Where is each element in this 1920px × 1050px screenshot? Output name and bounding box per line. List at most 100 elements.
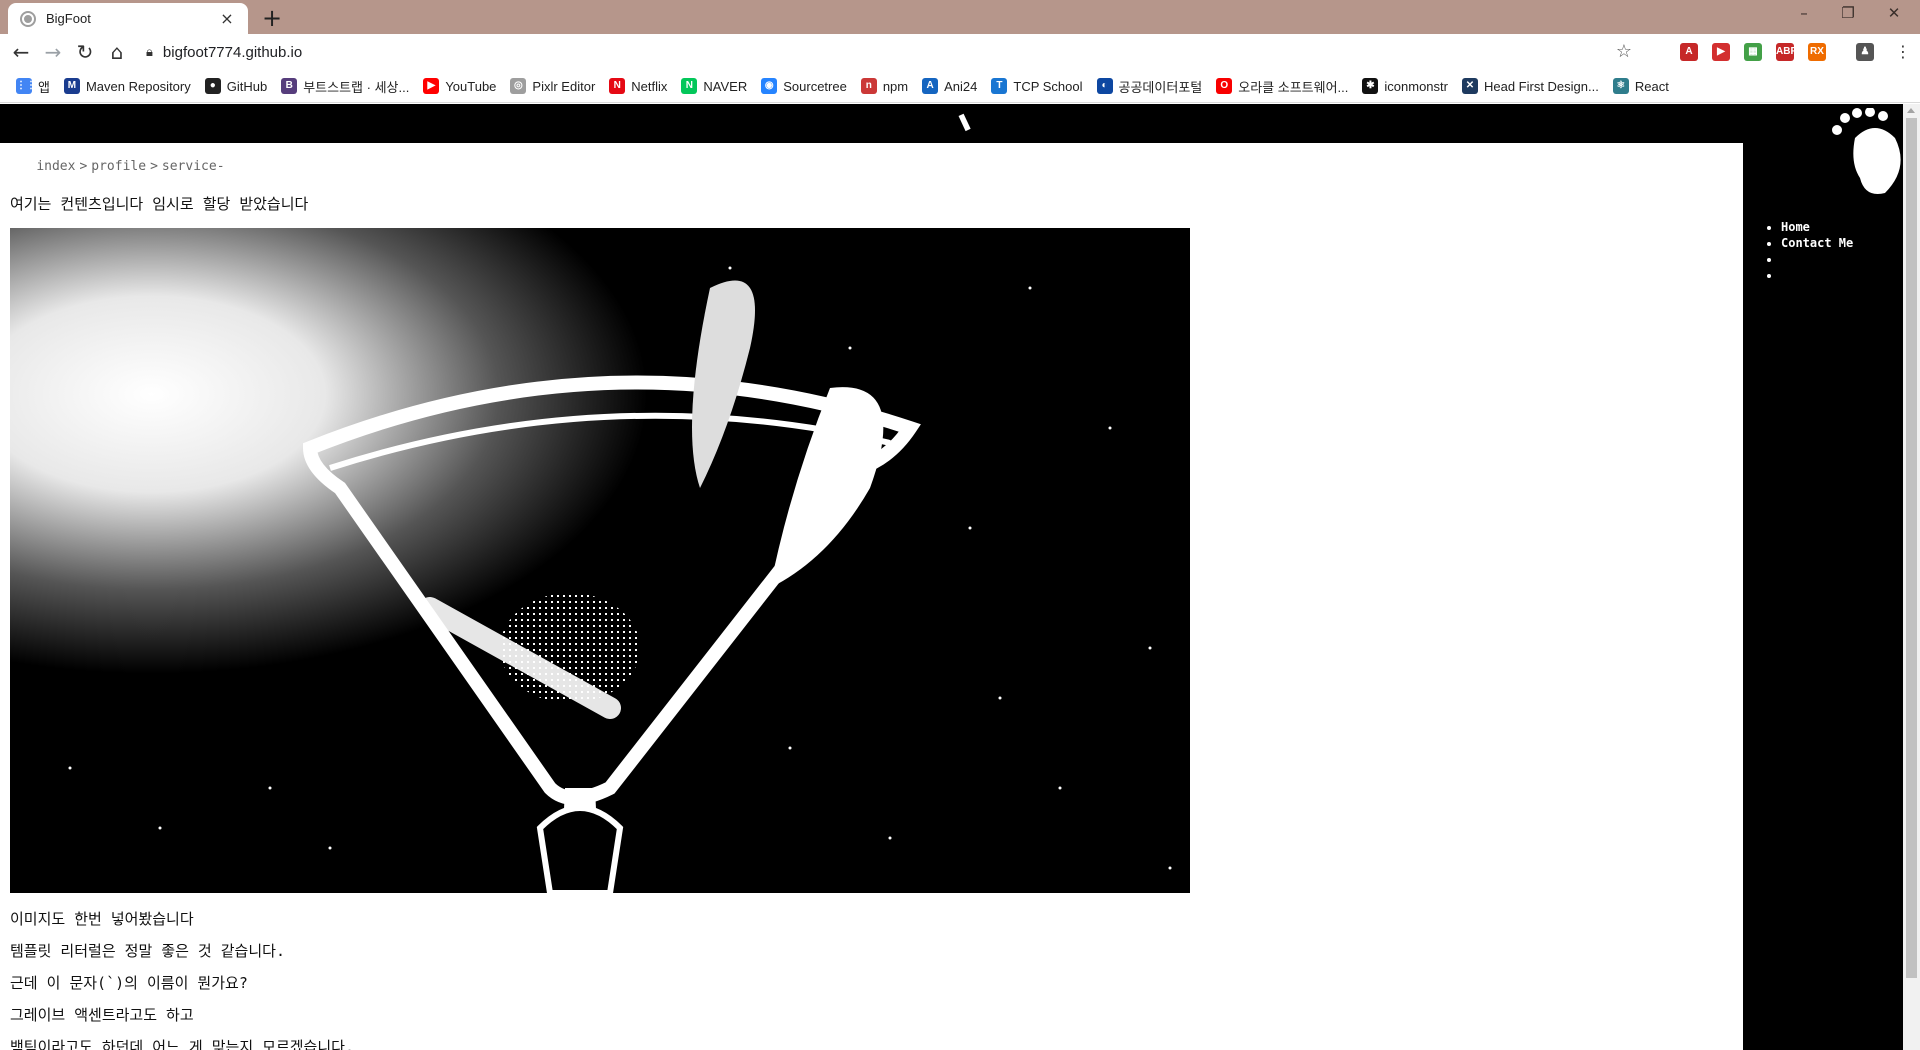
- tab-title: BigFoot: [46, 11, 91, 26]
- extension-icon[interactable]: RX: [1808, 43, 1826, 61]
- cursor-icon: ▌: [959, 112, 976, 132]
- extension-icon[interactable]: ♟: [1856, 43, 1874, 61]
- content-paragraphs: 이미지도 한번 넣어봤습니다 템플릿 리터럴은 정말 좋은 것 같습니다. 근데…: [10, 903, 1410, 1050]
- lock-icon: 🔒︎: [146, 44, 153, 60]
- close-window-button[interactable]: ✕: [1876, 4, 1912, 22]
- back-button[interactable]: ←: [8, 39, 34, 65]
- bookmark-label: GitHub: [226, 78, 268, 94]
- bookmark-label: Head First Design...: [1483, 78, 1599, 94]
- browser-tab[interactable]: BigFoot ×: [8, 3, 248, 34]
- bookmark-item[interactable]: B 부트스트랩 · 세상...: [277, 73, 417, 99]
- content-paragraph: 그레이브 액센트라고도 하고: [10, 1006, 194, 1024]
- bookmark-item[interactable]: ◐ 공공데이터포털: [1093, 73, 1211, 99]
- bookmark-item[interactable]: ◉ Sourcetree: [757, 73, 855, 99]
- close-tab-icon[interactable]: ×: [218, 9, 236, 28]
- bookmark-label: Pixlr Editor: [532, 78, 596, 94]
- bookmark-item[interactable]: ● GitHub: [201, 73, 275, 99]
- home-button[interactable]: ⌂: [104, 39, 130, 65]
- bookmark-item[interactable]: ▶ YouTube: [419, 73, 504, 99]
- bookmark-label: YouTube: [445, 78, 497, 94]
- new-tab-button[interactable]: +: [258, 5, 286, 33]
- martini-glass-image: [10, 228, 1190, 893]
- github-icon: ●: [204, 78, 221, 94]
- tab-strip: BigFoot × + – ❐ ✕: [0, 0, 1920, 34]
- extension-icon[interactable]: ABP: [1776, 43, 1797, 61]
- bookmark-label: 앱: [38, 79, 50, 95]
- bookmark-item[interactable]: T TCP School: [987, 73, 1090, 99]
- iconmonstr-icon: ✱: [1362, 78, 1379, 94]
- content-paragraph: 근데 이 문자(`)의 이름이 뭔가요?: [10, 974, 248, 992]
- content-intro: 여기는 컨텐츠입니다 임시로 할당 받았습니다: [10, 195, 309, 213]
- bookmark-label: npm: [882, 78, 909, 94]
- side-nav-list: Home Contact Me: [1773, 219, 1853, 283]
- globe-icon: [20, 10, 36, 27]
- bookmark-label: Netflix: [631, 78, 668, 94]
- bigfoot-logo-icon: [1832, 108, 1901, 194]
- breadcrumb: index > profile > service-: [5, 144, 225, 189]
- bookmark-label: 부트스트랩 · 세상...: [303, 79, 410, 95]
- content-paragraph: 템플릿 리터럴은 정말 좋은 것 같습니다.: [10, 942, 285, 960]
- minimize-button[interactable]: –: [1786, 4, 1822, 22]
- pixlr-icon: ◎: [510, 78, 527, 94]
- nav-home[interactable]: Home: [1781, 219, 1853, 235]
- bookmark-item[interactable]: N NAVER: [677, 73, 755, 99]
- bookmark-item[interactable]: A Ani24: [918, 73, 985, 99]
- bookmark-label: Sourcetree: [783, 78, 847, 94]
- bookmarks-bar: ⋮⋮ 앱 M Maven Repository ● GitHub B 부트스트랩 · 세상..…: [0, 70, 1920, 103]
- bookmark-label: 공공데이터포털: [1118, 79, 1203, 95]
- naver-icon: N: [681, 78, 698, 94]
- bookmark-item[interactable]: ⋮⋮ 앱: [12, 73, 58, 99]
- menu-icon[interactable]: ⋮: [1890, 39, 1916, 65]
- scrollbar-thumb[interactable]: [1906, 118, 1917, 978]
- bookmark-item[interactable]: M Maven Repository: [60, 73, 199, 99]
- breadcrumb-separator: >: [79, 159, 88, 174]
- page-viewport: ▌ index > profile > service- 여기는 컨텐츠입니다 임시로 …: [0, 104, 1920, 1050]
- bookmark-item[interactable]: ⚛ React: [1609, 73, 1677, 99]
- breadcrumb-separator: >: [150, 159, 158, 174]
- apps-icon: ⋮⋮: [16, 78, 36, 94]
- restore-button[interactable]: ❐: [1830, 4, 1866, 22]
- vertical-scrollbar[interactable]: [1903, 104, 1920, 1050]
- nav-item-empty[interactable]: [1781, 267, 1853, 283]
- bookmark-item[interactable]: ✕ Head First Design...: [1458, 73, 1607, 99]
- breadcrumb-index[interactable]: index: [36, 159, 75, 174]
- sourcetree-icon: ◉: [761, 78, 778, 94]
- bookmark-item[interactable]: ✱ iconmonstr: [1358, 73, 1456, 99]
- extension-icon[interactable]: ▶: [1712, 43, 1730, 61]
- browser-toolbar: ← → ↻ ⌂ 🔒︎ bigfoot7774.github.io ☆ A ▶ ▦ AB…: [0, 34, 1920, 70]
- maven-icon: M: [63, 78, 80, 94]
- bookmark-star-icon[interactable]: ☆: [1616, 41, 1632, 62]
- bookmark-label: 오라클 소프트웨어...: [1238, 79, 1349, 95]
- npm-icon: n: [860, 78, 877, 94]
- breadcrumb-service[interactable]: service-: [162, 159, 225, 174]
- bookmark-item[interactable]: ◎ Pixlr Editor: [506, 73, 603, 99]
- bookmark-item[interactable]: O 오라클 소프트웨어...: [1212, 73, 1356, 99]
- reload-button[interactable]: ↻: [72, 39, 98, 65]
- address-bar[interactable]: 🔒︎ bigfoot7774.github.io ☆: [138, 37, 1640, 67]
- youtube-icon: ▶: [423, 78, 440, 94]
- forward-button[interactable]: →: [40, 39, 66, 65]
- react-icon: ⚛: [1612, 78, 1629, 94]
- url-text[interactable]: bigfoot7774.github.io: [163, 44, 302, 61]
- extension-icon[interactable]: ▦: [1744, 43, 1762, 61]
- bookmark-label: TCP School: [1013, 78, 1083, 94]
- extension-icon[interactable]: A: [1680, 43, 1698, 61]
- bookmark-label: NAVER: [703, 78, 748, 94]
- scroll-up-icon[interactable]: [1907, 108, 1915, 113]
- content-paragraph: 백틱이라고도 하던데 어느 게 맞는지 모르겠습니다.: [10, 1038, 354, 1050]
- breadcrumb-profile[interactable]: profile: [91, 159, 146, 174]
- page-sidebar: Home Contact Me: [1743, 104, 1903, 1050]
- content-paragraph: 이미지도 한번 넣어봤습니다: [10, 910, 194, 928]
- bootstrap-icon: B: [281, 78, 298, 94]
- tcpschool-icon: T: [991, 78, 1008, 94]
- bookmark-item[interactable]: n npm: [857, 73, 916, 99]
- nav-contact-me[interactable]: Contact Me: [1781, 235, 1853, 251]
- nav-item-empty[interactable]: [1781, 251, 1853, 267]
- bookmark-label: React: [1634, 78, 1669, 94]
- bookmark-item[interactable]: N Netflix: [605, 73, 675, 99]
- oracle-icon: O: [1216, 78, 1233, 94]
- page-header-bar: ▌: [0, 104, 1743, 143]
- datagokr-icon: ◐: [1096, 78, 1113, 94]
- bookmark-label: Maven Repository: [85, 78, 191, 94]
- main-content: 여기는 컨텐츠입니다 임시로 할당 받았습니다 이미지도 한번 넣어봤습니다 템…: [10, 194, 1410, 1050]
